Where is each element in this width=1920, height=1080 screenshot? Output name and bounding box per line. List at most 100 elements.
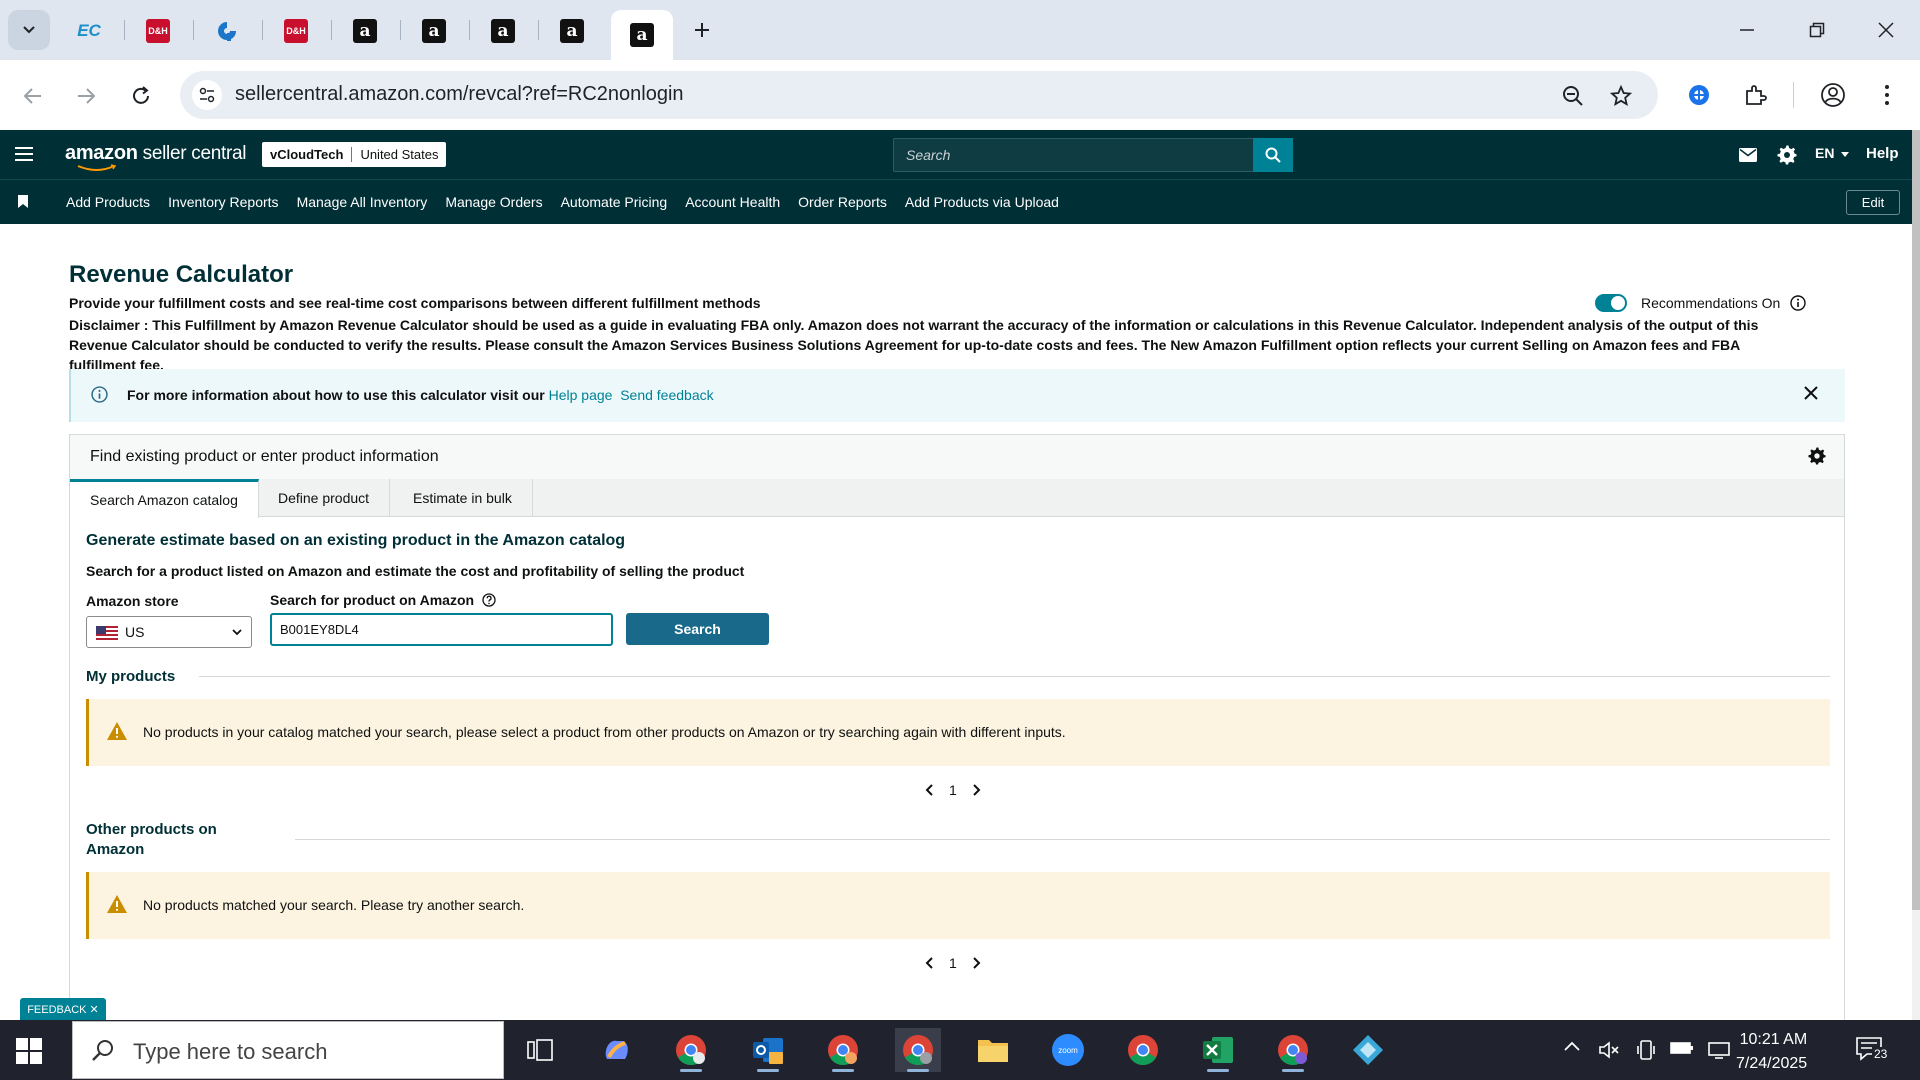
browser-tab-4[interactable]: D&H (265, 10, 327, 52)
close-window-button[interactable] (1863, 12, 1909, 48)
help-circle-icon[interactable] (482, 593, 496, 607)
browser-menu-button[interactable] (1870, 78, 1904, 112)
nav-link-inventory-reports[interactable]: Inventory Reports (168, 194, 279, 210)
star-icon (1610, 85, 1632, 107)
windows-start-icon[interactable] (16, 1038, 42, 1064)
header-search-input[interactable] (894, 139, 1254, 171)
device-icon[interactable] (1637, 1040, 1655, 1060)
taskbar-chrome-2[interactable] (820, 1028, 866, 1072)
taskbar-clock[interactable]: 10:21 AM 7/24/2025 (1736, 1028, 1807, 1076)
nav-link-order-reports[interactable]: Order Reports (798, 194, 887, 210)
restore-button[interactable] (1794, 12, 1840, 48)
notification-center-button[interactable]: 23 (1855, 1036, 1890, 1064)
search-button[interactable]: Search (626, 613, 769, 645)
browser-tab-1[interactable]: EC (58, 10, 120, 52)
feedback-tab[interactable]: FEEDBACK ✕ (20, 998, 106, 1020)
browser-tab-7[interactable]: a (472, 10, 534, 52)
taskbar-chrome-4[interactable] (1120, 1028, 1166, 1072)
taskbar-chrome-1[interactable] (668, 1028, 714, 1072)
taskbar-search[interactable]: Type here to search (72, 1021, 504, 1079)
battery-icon[interactable] (1670, 1040, 1694, 1056)
bookmark-button[interactable] (1608, 83, 1634, 109)
puzzle-icon (1743, 83, 1767, 107)
gear-icon[interactable] (1808, 447, 1826, 465)
settings-button[interactable] (1776, 144, 1798, 166)
tab-search-amazon-catalog[interactable]: Search Amazon catalog (70, 479, 259, 518)
nav-link-manage-all-inventory[interactable]: Manage All Inventory (297, 194, 428, 210)
nav-link-manage-orders[interactable]: Manage Orders (445, 194, 542, 210)
smile-icon (77, 164, 117, 171)
windows-taskbar: Type here to search zoom 10:21 AM 7/24/2… (0, 1020, 1920, 1080)
address-bar[interactable]: sellercentral.amazon.com/revcal?ref=RC2n… (180, 71, 1658, 119)
chevron-right-icon[interactable] (971, 784, 981, 796)
help-link[interactable]: Help (1866, 145, 1899, 162)
close-banner-icon[interactable] (1804, 386, 1818, 400)
bookmark-icon[interactable] (18, 195, 28, 208)
amazon-store-select[interactable]: US (86, 616, 252, 648)
new-tab-button[interactable] (688, 14, 716, 46)
nav-link-automate-pricing[interactable]: Automate Pricing (561, 194, 668, 210)
extensions-button[interactable] (1738, 78, 1772, 112)
product-search-input[interactable] (270, 613, 613, 646)
amazon-icon: a (630, 23, 654, 47)
volume-muted-icon[interactable] (1598, 1040, 1620, 1060)
send-feedback-link[interactable]: Send feedback (620, 387, 713, 403)
nav-link-add-products[interactable]: Add Products (66, 194, 150, 210)
tab-define-product[interactable]: Define product (258, 479, 391, 517)
taskbar-copilot[interactable] (593, 1028, 639, 1072)
browser-tab-3[interactable] (196, 10, 258, 52)
taskbar-file-explorer[interactable] (970, 1028, 1016, 1072)
language-selector[interactable]: EN (1815, 145, 1850, 161)
gear-icon (1777, 145, 1797, 165)
account-switcher[interactable]: vCloudTech United States (262, 142, 447, 167)
chevron-left-icon[interactable] (925, 957, 935, 969)
chevron-up-icon[interactable] (1563, 1040, 1581, 1052)
taskbar-excel[interactable] (1195, 1028, 1241, 1072)
menu-button[interactable] (12, 142, 36, 166)
recommendations-toggle[interactable] (1595, 294, 1627, 312)
tab-search-button[interactable] (8, 10, 50, 50)
taskbar-outlook[interactable] (745, 1028, 791, 1072)
messages-button[interactable] (1737, 144, 1759, 166)
page-number[interactable]: 1 (949, 782, 957, 798)
logo-wordmark: amazon (65, 142, 138, 164)
task-view-button[interactable] (517, 1028, 563, 1072)
header-search-button[interactable] (1253, 138, 1293, 172)
page-scrollbar-thumb[interactable] (1912, 130, 1920, 910)
zoom-button[interactable] (1560, 83, 1586, 109)
taskbar-chrome-3[interactable] (895, 1028, 941, 1072)
nav-link-account-health[interactable]: Account Health (685, 194, 780, 210)
browser-tab-5[interactable]: a (334, 10, 396, 52)
taskbar-search-placeholder: Type here to search (133, 1039, 328, 1064)
browser-tab-2[interactable]: D&H (127, 10, 189, 52)
browser-tab-6[interactable]: a (403, 10, 465, 52)
page-number[interactable]: 1 (949, 955, 957, 971)
taskbar-chrome-5[interactable] (1270, 1028, 1316, 1072)
back-button[interactable] (15, 78, 51, 114)
info-icon[interactable] (1790, 295, 1806, 311)
taskbar-zoom[interactable]: zoom (1045, 1028, 1091, 1072)
recommendations-label: Recommendations On (1641, 295, 1781, 311)
seller-central-logo[interactable]: amazon seller central (65, 142, 246, 171)
taskbar-app-diamond[interactable] (1345, 1028, 1391, 1072)
search-subheading: Search for a product listed on Amazon an… (86, 563, 745, 579)
reload-button[interactable] (123, 78, 159, 114)
help-page-link[interactable]: Help page (549, 387, 613, 403)
tab-estimate-in-bulk[interactable]: Estimate in bulk (393, 479, 533, 517)
chevron-right-icon[interactable] (971, 957, 981, 969)
chevron-left-icon[interactable] (925, 784, 935, 796)
nav-link-add-products-upload[interactable]: Add Products via Upload (905, 194, 1059, 210)
site-info-button[interactable] (192, 80, 222, 110)
edit-nav-button[interactable]: Edit (1846, 190, 1900, 215)
network-icon[interactable] (1707, 1040, 1731, 1060)
browser-tab-8[interactable]: a (541, 10, 603, 52)
browser-tab-active[interactable]: a (611, 10, 673, 60)
forward-button[interactable] (68, 78, 104, 114)
dh-icon: D&H (146, 19, 170, 43)
minimize-button[interactable] (1724, 12, 1770, 48)
profile-button[interactable] (1816, 78, 1850, 112)
chevron-down-icon (231, 626, 243, 638)
url-text[interactable]: sellercentral.amazon.com/revcal?ref=RC2n… (235, 83, 684, 106)
ec-icon: EC (77, 21, 101, 40)
extension-button[interactable] (1682, 78, 1716, 112)
